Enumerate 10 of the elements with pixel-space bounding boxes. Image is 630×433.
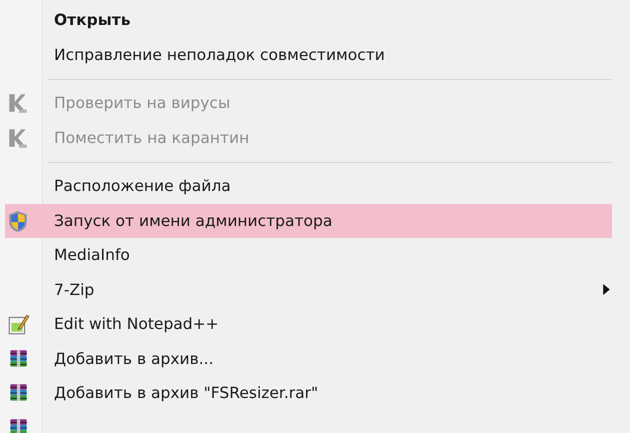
menu-item[interactable]: Добавить в архив... xyxy=(5,342,612,376)
menu-item[interactable]: 7-Zip xyxy=(5,272,612,307)
menu-item[interactable]: Открыть xyxy=(5,3,612,38)
menu-item[interactable]: Запуск от имени администратора xyxy=(5,204,612,238)
menu-item[interactable]: Расположение файла xyxy=(5,169,612,204)
menu-item[interactable]: Исправление неполадок совместимости xyxy=(5,38,612,72)
menu-item[interactable]: MediaInfo xyxy=(5,238,612,272)
notepad-pencil-icon xyxy=(6,312,30,336)
menu-item[interactable]: Добавить в архив "FSResizer.rar" xyxy=(5,376,612,410)
menu-item[interactable]: Edit with Notepad++ xyxy=(5,307,612,342)
